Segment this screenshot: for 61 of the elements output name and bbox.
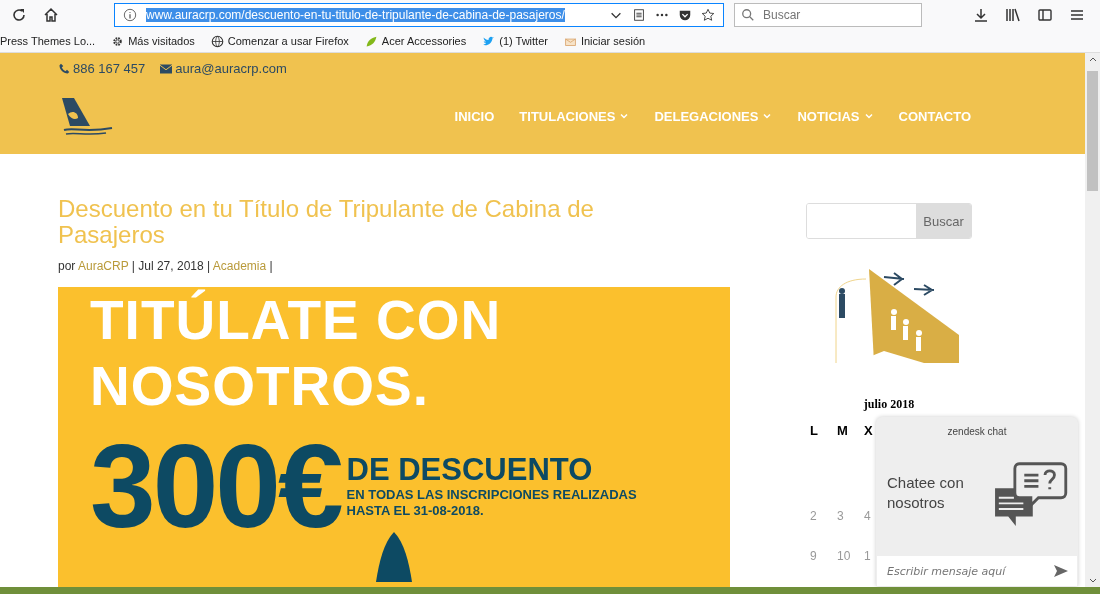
weekday-label: X	[863, 422, 874, 438]
banner-amount: 300€	[90, 431, 341, 541]
pocket-icon[interactable]	[678, 8, 692, 22]
banner-detail: HASTA EL 31-08-2018.	[346, 503, 485, 519]
menu-icon[interactable]	[1069, 7, 1085, 23]
url-text: www.auracrp.com/descuento-en-tu-titulo-de-tripulante-de-cabina-de-pasajeros/	[146, 8, 565, 22]
caret-icon	[863, 111, 874, 121]
search-button[interactable]: Buscar	[916, 204, 971, 238]
bookmark-link[interactable]: Comenzar a usar Firefox	[227, 35, 349, 47]
envelope-icon	[160, 63, 173, 74]
bookmark-link[interactable]: (1) Twitter	[499, 35, 548, 47]
email-address[interactable]: aura@auracrp.com	[175, 61, 287, 76]
bird-icon	[482, 34, 496, 48]
banner-headline: NOSOTROS.	[90, 354, 431, 419]
calendar-title: julio 2018	[862, 397, 916, 412]
calendar-day: 9	[806, 549, 833, 563]
download-icon[interactable]	[973, 7, 989, 23]
caret-icon	[762, 111, 773, 121]
globe-icon	[210, 34, 224, 48]
home-icon[interactable]	[43, 7, 59, 23]
bookmark-link[interactable]: Iniciar sesión	[580, 35, 646, 47]
bookmark-link[interactable]: Acer Accessories	[381, 35, 467, 47]
search-field[interactable]: Buscar	[806, 203, 972, 239]
search-input[interactable]: Buscar	[761, 7, 915, 23]
calendar-day: 4	[860, 509, 887, 523]
chat-input[interactable]: Escribir mensaje aquí	[877, 556, 1077, 586]
leaf-icon	[364, 34, 378, 48]
post-meta: por AuraCRP | Jul 27, 2018 | Academia |	[58, 259, 274, 273]
banner-detail: EN TODAS LAS INSCRIPCIONES REALIZADAS	[346, 487, 637, 503]
chat-brand: zendesk chat	[946, 425, 1008, 437]
post-title: Descuento en tu Título de Tripulante de Cabina de Pasajeros	[58, 196, 595, 248]
library-icon[interactable]	[1005, 7, 1021, 23]
search-icon	[741, 8, 755, 22]
phone-icon	[58, 62, 70, 75]
bookmark-link[interactable]: Más visitados	[128, 35, 195, 47]
banner-offer: DE DESCUENTO	[346, 453, 594, 487]
send-icon[interactable]	[1053, 563, 1069, 579]
star-icon[interactable]	[701, 8, 715, 22]
search-field[interactable]: Buscar	[734, 3, 922, 27]
weekday-label: L	[809, 422, 819, 438]
scroll-thumb[interactable]	[1087, 71, 1098, 191]
phone-number[interactable]: 886 167 457	[73, 61, 146, 76]
weekday-label: M	[836, 422, 849, 438]
chat-message: Chatee con nosotros	[887, 472, 965, 513]
bookmark-link[interactable]: Press Themes Lo...	[0, 35, 96, 47]
tail-fin-drawing	[374, 532, 414, 582]
scrollbar[interactable]	[1085, 53, 1100, 587]
info-icon[interactable]	[123, 8, 137, 22]
meta-link[interactable]: AuraCRP	[78, 259, 129, 273]
sidebar-icon[interactable]	[1037, 7, 1053, 23]
reader-icon[interactable]	[632, 8, 646, 22]
banner-headline: TITÚLATE CON	[90, 288, 503, 353]
calendar-day: 2	[806, 509, 833, 523]
meta-link[interactable]: Academia	[212, 259, 267, 273]
calendar-day: 3	[833, 509, 860, 523]
address-bar[interactable]: www.auracrp.com/descuento-en-tu-titulo-de-tripulante-de-cabina-de-pasajeros/	[114, 3, 724, 27]
caret-icon	[619, 111, 630, 121]
message-input[interactable]: Escribir mensaje aquí	[885, 563, 1053, 579]
gear-icon	[111, 34, 125, 48]
reload-icon[interactable]	[11, 7, 27, 23]
calendar-day: 10	[833, 549, 860, 563]
